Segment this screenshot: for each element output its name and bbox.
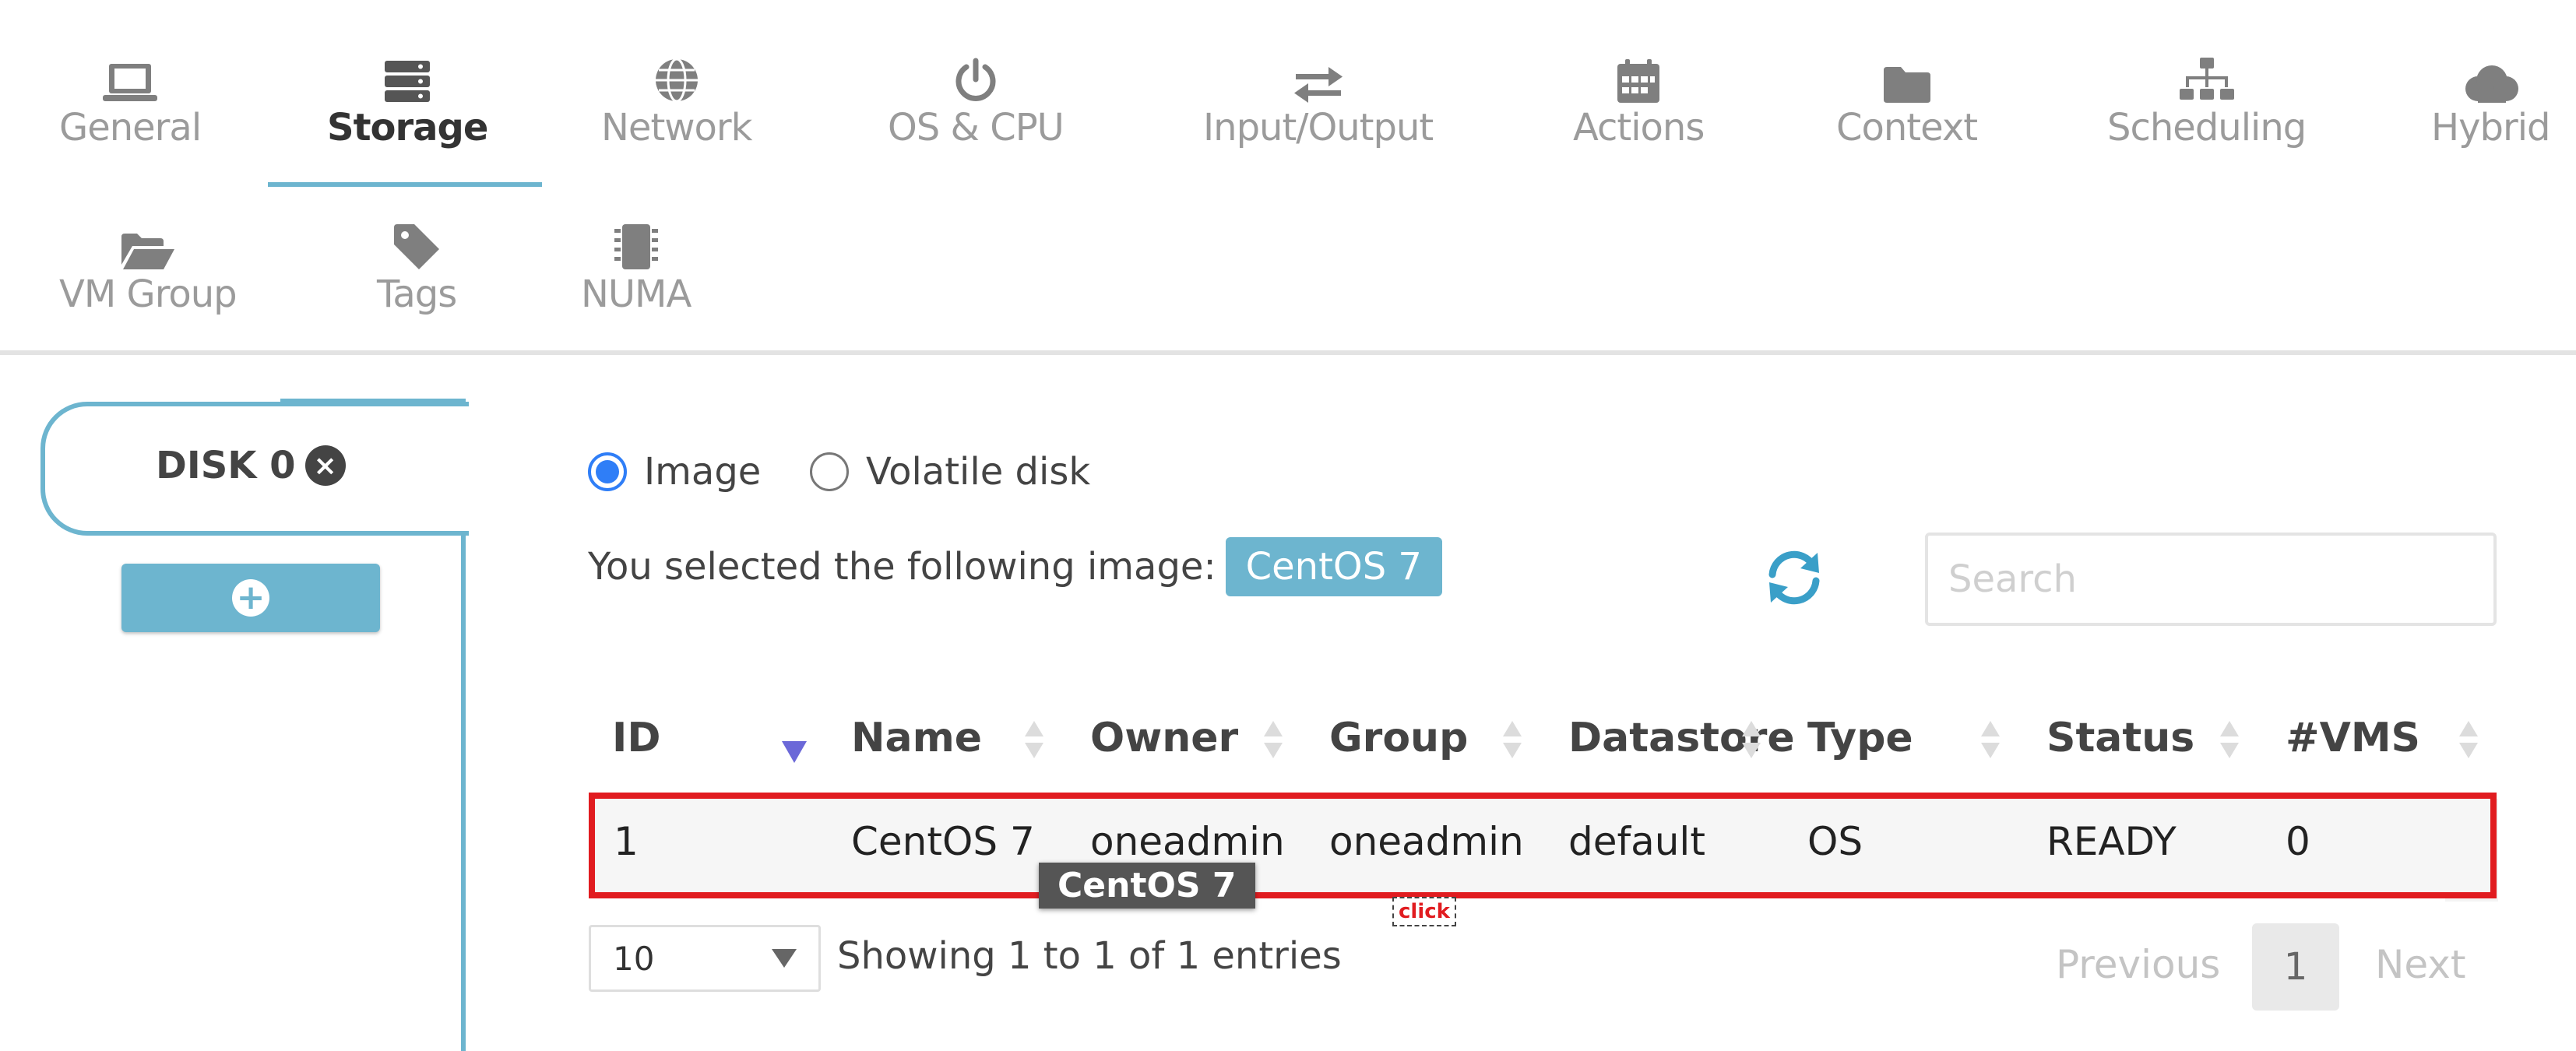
cell-group: oneadmin	[1329, 819, 1524, 864]
active-tab-indicator	[268, 182, 542, 187]
cell-status: READY	[2046, 819, 2177, 864]
pagination-previous[interactable]: Previous	[2056, 942, 2220, 987]
page-size-value: 10	[613, 939, 655, 978]
tab-label: Input/Output	[1203, 106, 1434, 149]
plus-circle-icon: +	[232, 579, 269, 617]
tab-label: NUMA	[581, 272, 692, 316]
sort-icon	[2459, 721, 2478, 758]
tab-label: Scheduling	[2107, 106, 2307, 149]
cell-name: CentOS 7	[851, 819, 1035, 864]
microchip-icon	[614, 221, 658, 269]
folder-icon	[1883, 54, 1930, 103]
cell-id: 1	[614, 819, 639, 864]
radio-image[interactable]	[588, 452, 627, 491]
selected-image-line: You selected the following image: CentOS…	[588, 537, 1442, 596]
tab-label: Actions	[1573, 106, 1705, 149]
tab-label: General	[59, 106, 202, 149]
cell-type: OS	[1807, 819, 1863, 864]
laptop-icon	[103, 54, 158, 103]
tab-network[interactable]: Network	[601, 54, 752, 149]
pagination-page-1[interactable]: 1	[2252, 923, 2339, 1011]
tab-label: Network	[601, 106, 752, 149]
radio-volatile-option[interactable]: Volatile disk	[810, 450, 1090, 494]
tab-label: VM Group	[59, 272, 238, 316]
sort-icon	[1981, 721, 2000, 758]
column-header-id[interactable]: ID	[612, 715, 661, 761]
disk-panel-border	[461, 531, 466, 1051]
tab-storage[interactable]: Storage	[327, 54, 488, 149]
column-header-owner[interactable]: Owner	[1090, 715, 1238, 761]
sort-icon	[1503, 721, 1522, 758]
tab-label: Storage	[327, 106, 488, 149]
tab-numa[interactable]: NUMA	[581, 221, 692, 316]
sort-icon	[1264, 721, 1283, 758]
cloud-icon	[2462, 54, 2519, 103]
search-input[interactable]	[1925, 533, 2497, 626]
radio-volatile-label: Volatile disk	[866, 450, 1091, 494]
add-disk-button[interactable]: +	[121, 564, 380, 632]
tab-input-output[interactable]: Input/Output	[1203, 54, 1434, 149]
column-header-status[interactable]: Status	[2046, 715, 2194, 761]
tab-general[interactable]: General	[59, 54, 202, 149]
sort-desc-icon	[782, 741, 807, 763]
exchange-arrows-icon	[1293, 54, 1343, 103]
sort-icon	[1025, 721, 1043, 758]
tabs-divider	[0, 350, 2576, 355]
cell-owner: oneadmin	[1090, 819, 1285, 864]
selected-image-prefix: You selected the following image:	[588, 545, 1216, 589]
column-header-datastore[interactable]: Datastore	[1568, 715, 1795, 761]
row-tooltip: CentOS 7	[1039, 863, 1255, 909]
entries-info: Showing 1 to 1 of 1 entries	[837, 934, 1342, 978]
tag-icon	[394, 221, 440, 269]
column-header-vms[interactable]: #VMS	[2286, 715, 2420, 761]
refresh-icon[interactable]	[1761, 545, 1827, 610]
tab-hybrid[interactable]: Hybrid	[2431, 54, 2551, 149]
tab-tags[interactable]: Tags	[377, 221, 457, 316]
tab-context[interactable]: Context	[1836, 54, 1978, 149]
times-circle-icon[interactable]: ×	[304, 445, 346, 486]
column-header-group[interactable]: Group	[1329, 715, 1468, 761]
tab-label: Hybrid	[2431, 106, 2551, 149]
pagination-next[interactable]: Next	[2375, 942, 2465, 987]
selected-image-badge: CentOS 7	[1225, 537, 1442, 596]
sort-icon	[2220, 721, 2239, 758]
radio-image-label: Image	[644, 450, 762, 494]
radio-image-option[interactable]: Image	[588, 450, 761, 494]
cell-datastore: default	[1568, 819, 1705, 864]
column-header-name[interactable]: Name	[851, 715, 982, 761]
folder-open-icon	[121, 221, 174, 269]
disk-panel-border	[280, 399, 466, 403]
server-icon	[385, 54, 431, 103]
caret-down-icon	[772, 949, 797, 968]
tab-scheduling[interactable]: Scheduling	[2107, 54, 2307, 149]
calendar-icon	[1617, 54, 1660, 103]
radio-volatile-disk[interactable]	[810, 452, 849, 491]
click-marker: click	[1392, 897, 1456, 926]
sort-icon	[1742, 721, 1761, 758]
tab-label: OS & CPU	[888, 106, 1065, 149]
tab-actions[interactable]: Actions	[1573, 54, 1705, 149]
tab-os-cpu[interactable]: OS & CPU	[888, 54, 1065, 149]
sitemap-icon	[2179, 54, 2234, 103]
cell-vms: 0	[2286, 819, 2310, 864]
column-header-type[interactable]: Type	[1807, 715, 1913, 761]
globe-icon	[654, 54, 699, 103]
disk-tab-label: DISK 0 ×	[156, 444, 346, 487]
tab-label: Context	[1836, 106, 1978, 149]
tab-label: Tags	[377, 272, 457, 316]
disk-name: DISK 0	[156, 444, 296, 487]
tab-vm-group[interactable]: VM Group	[59, 221, 238, 316]
power-icon	[953, 54, 998, 103]
page-size-select[interactable]: 10	[589, 925, 821, 992]
